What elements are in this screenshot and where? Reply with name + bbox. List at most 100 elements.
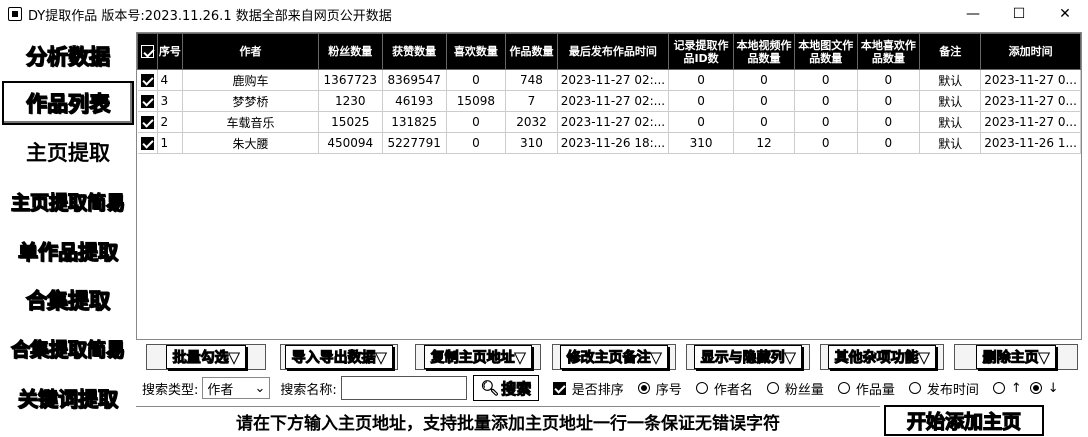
header-author[interactable]: 作者 [182,33,319,70]
header-last-publish[interactable]: 最后发布作品时间 [556,33,670,70]
cell-author: 梦梦桥 [182,90,319,112]
cell-index: 4 [157,69,184,91]
select-all-checkbox[interactable] [140,45,154,59]
homepage-table: 序号 作者 粉丝数量 获赞数量 喜欢数量 作品数量 最后发布作品时间 记录提取作… [137,33,1081,154]
sort-by-fans[interactable]: 粉丝量 [766,379,824,398]
sort-ascending[interactable]: ↑ [992,381,1022,396]
row-checkbox[interactable] [140,74,154,87]
cell-note: 默认 [919,132,982,154]
cell-recorded-ids: 0 [668,69,735,91]
chevron-down-icon: ⌄ [254,380,266,396]
header-recorded-ids[interactable]: 记录提取作品ID数 [668,33,735,70]
nav-collection-extract-simple[interactable]: 合集提取简易 [2,326,134,370]
homepage-grid[interactable]: 序号 作者 粉丝数量 获赞数量 喜欢数量 作品数量 最后发布作品时间 记录提取作… [136,32,1082,340]
show-hide-columns-button[interactable]: 显示与隐藏列▼ [686,344,810,370]
cell-local-favorites: 0 [857,90,921,112]
cell-note: 默认 [919,69,982,91]
header-local-favorites[interactable]: 本地喜欢作品数量 [856,33,921,70]
nav-collection-extract[interactable]: 合集提取 [2,278,134,322]
header-fans[interactable]: 粉丝数量 [317,33,383,70]
cell-local-image: 0 [794,90,858,112]
cell-local-favorites: 0 [857,111,921,133]
search-type-select[interactable]: 作者 ⌄ [202,377,271,399]
sort-descending[interactable]: ↓ [1029,381,1059,396]
nav-keyword-extract[interactable]: 关键词提取 [2,375,134,419]
window-title: DY提取作品 版本号:2023.11.26.1 数据全部来自网页公开数据 [28,8,392,24]
cell-local-video: 12 [733,132,795,154]
cell-last-publish: 2023-11-27 02:... [557,90,670,112]
table-row[interactable]: 1 朱大腰 450094 5227791 0 310 2023-11-26 18… [137,132,1081,154]
cell-fans: 450094 [318,132,383,154]
maximize-button[interactable]: ☐ [996,0,1042,28]
header-note[interactable]: 备注 [919,33,982,70]
bottom-bar: 请在下方输入主页地址，支持批量添加主页地址一行一条保证无错误字符 开始添加主页 [136,404,1082,437]
header-local-image[interactable]: 本地图文作品数量 [793,33,858,70]
cell-added-time: 2023-11-26 1... [980,132,1081,154]
nav-homepage-extract-simple[interactable]: 主页提取简易 [2,179,134,223]
search-bar: 搜索类型: 作者 ⌄ 搜索名称: 🔍︎ 搜索 是否排序 序号 作者名 粉丝量 作… [136,374,1082,402]
nav-works-list[interactable]: 作品列表 [2,81,134,125]
cell-fans: 1367723 [318,69,383,91]
cell-favorites: 0 [446,111,507,133]
nav-analyze-data[interactable]: 分析数据 [2,34,134,78]
row-checkbox[interactable] [140,137,154,150]
header-added-time[interactable]: 添加时间 [980,33,1081,70]
copy-homepage-url-button[interactable]: 复制主页地址▼ [415,344,541,370]
left-nav: 分析数据 作品列表 主页提取 主页提取简易 单作品提取 合集提取 合集提取简易 … [0,28,136,437]
cell-likes: 131825 [382,111,447,133]
cell-added-time: 2023-11-27 0... [980,69,1081,91]
cell-local-video: 0 [733,69,795,91]
cell-fans: 1230 [318,90,383,112]
cell-index: 1 [157,132,184,154]
cell-favorites: 0 [446,69,507,91]
cell-local-favorites: 0 [857,132,921,154]
sort-checkbox-option[interactable]: 是否排序 [552,379,624,398]
sort-by-index[interactable]: 序号 [637,379,682,398]
cell-favorites: 15098 [446,90,507,112]
header-favorites[interactable]: 喜欢数量 [445,33,507,70]
nav-homepage-extract[interactable]: 主页提取 [2,129,134,175]
header-local-video[interactable]: 本地视频作品数量 [733,33,795,70]
header-index[interactable]: 序号 [156,33,184,70]
cell-added-time: 2023-11-27 0... [980,90,1081,112]
cell-local-video: 0 [733,90,795,112]
cell-works: 310 [505,132,558,154]
header-select-all[interactable] [137,33,158,70]
sort-checkbox[interactable] [552,381,566,395]
other-functions-button[interactable]: 其他杂项功能▼ [820,344,944,370]
header-likes[interactable]: 获赞数量 [381,33,447,70]
minimize-button[interactable]: — [950,0,996,28]
cell-works: 2032 [505,111,558,133]
cell-recorded-ids: 0 [668,90,735,112]
cell-local-favorites: 0 [857,69,921,91]
import-export-button[interactable]: 导入导出数据▼ [280,344,398,370]
row-checkbox[interactable] [140,95,154,108]
close-button[interactable]: ✕ [1042,0,1088,28]
search-button[interactable]: 🔍︎ 搜索 [472,375,539,401]
row-checkbox[interactable] [140,116,154,129]
toolbar: 批量勾选▼ 导入导出数据▼ 复制主页地址▼ 修改主页备注▼ 显示与隐藏列▼ 其他… [136,342,1082,372]
cell-last-publish: 2023-11-27 02:... [557,69,670,91]
search-type-value: 作者 [207,382,234,398]
sort-by-publish-time[interactable]: 发布时间 [908,379,979,398]
header-works[interactable]: 作品数量 [505,33,558,70]
cell-likes: 8369547 [382,69,447,91]
start-add-homepage-button[interactable]: 开始添加主页 [884,405,1044,436]
sort-by-author[interactable]: 作者名 [695,379,753,398]
edit-homepage-note-button[interactable]: 修改主页备注▼ [552,344,676,370]
search-name-label: 搜索名称: [280,382,337,398]
cell-favorites: 0 [446,132,507,154]
cell-note: 默认 [919,111,982,133]
cell-works: 748 [505,69,558,91]
table-row[interactable]: 2 车载音乐 15025 131825 0 2032 2023-11-27 02… [137,111,1081,133]
delete-homepage-button[interactable]: 删除主页▼ [954,344,1078,370]
table-row[interactable]: 3 梦梦桥 1230 46193 15098 7 2023-11-27 02:.… [137,90,1081,112]
cell-author: 车载音乐 [182,111,319,133]
nav-single-work-extract[interactable]: 单作品提取 [2,228,134,272]
sort-by-works[interactable]: 作品量 [837,379,895,398]
batch-select-button[interactable]: 批量勾选▼ [146,344,266,370]
search-input[interactable] [340,376,467,400]
table-row[interactable]: 4 鹿购车 1367723 8369547 0 748 2023-11-27 0… [137,69,1081,91]
cell-likes: 5227791 [382,132,447,154]
cell-index: 2 [157,111,184,133]
